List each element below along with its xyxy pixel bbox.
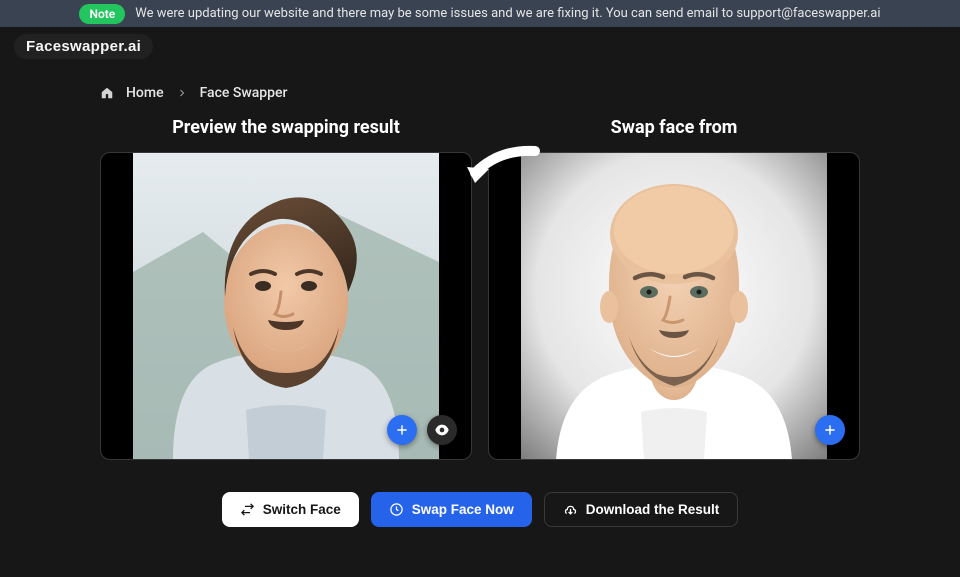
note-bar: Note We were updating our website and th…: [0, 0, 960, 27]
preview-fab-row: [387, 415, 457, 445]
breadcrumb-home[interactable]: Home: [126, 85, 164, 101]
add-source-button[interactable]: [815, 415, 845, 445]
swap-now-icon: [389, 502, 404, 517]
swap-face-now-label: Swap Face Now: [412, 502, 514, 517]
site-logo[interactable]: Faceswapper.ai: [14, 34, 153, 59]
switch-face-label: Switch Face: [263, 502, 341, 517]
download-result-button[interactable]: Download the Result: [544, 492, 739, 527]
add-photo-button[interactable]: [387, 415, 417, 445]
download-icon: [563, 502, 578, 517]
download-result-label: Download the Result: [586, 502, 720, 517]
eye-toggle-button[interactable]: [427, 415, 457, 445]
note-badge: Note: [79, 4, 125, 24]
swap-arrow-icon: [461, 145, 543, 201]
breadcrumb: Home Face Swapper: [0, 65, 960, 117]
source-image-wrap: [488, 152, 860, 460]
main-row: Preview the swapping result: [0, 117, 960, 460]
switch-face-button[interactable]: Switch Face: [222, 492, 359, 527]
preview-panel: Preview the swapping result: [100, 117, 472, 460]
breadcrumb-current: Face Swapper: [200, 85, 288, 101]
source-panel: Swap face from: [488, 117, 860, 460]
swap-face-now-button[interactable]: Swap Face Now: [371, 492, 532, 527]
preview-title: Preview the swapping result: [172, 117, 400, 138]
logo-bar: Faceswapper.ai: [0, 27, 960, 65]
source-title: Swap face from: [611, 117, 738, 138]
preview-image-wrap: [100, 152, 472, 460]
button-row: Switch Face Swap Face Now Download the R…: [0, 492, 960, 527]
source-face-image: [521, 152, 827, 460]
switch-icon: [240, 502, 255, 517]
preview-face-image: [133, 152, 439, 460]
home-icon[interactable]: [100, 86, 114, 100]
chevron-right-icon: [176, 87, 188, 99]
source-fab-row: [815, 415, 845, 445]
note-text: We were updating our website and there m…: [135, 6, 880, 21]
